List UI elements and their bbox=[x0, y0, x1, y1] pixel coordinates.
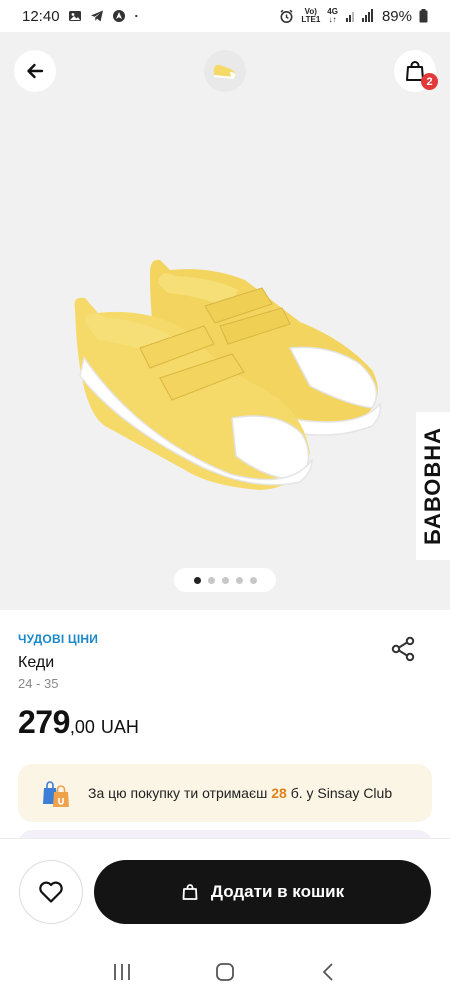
club-points-value: 28 bbox=[271, 785, 287, 801]
share-icon bbox=[391, 636, 415, 662]
product-header: 2 bbox=[0, 32, 450, 108]
status-time: 12:40 bbox=[22, 7, 60, 25]
arrow-left-icon bbox=[27, 63, 44, 79]
product-name: Кеди bbox=[18, 654, 55, 671]
battery-icon bbox=[419, 9, 428, 23]
sneakers-product-image bbox=[74, 259, 382, 490]
home-button[interactable] bbox=[205, 952, 245, 992]
add-to-cart-button[interactable]: Додати в кошик bbox=[94, 860, 431, 924]
gallery-dot[interactable] bbox=[235, 576, 243, 584]
sneaker-thumbnail-image bbox=[213, 64, 236, 79]
material-label: БАВОВНА bbox=[416, 412, 450, 560]
network-volte: Vo) LTE1 bbox=[301, 7, 321, 24]
add-to-cart-label: Додати в кошик bbox=[210, 882, 345, 901]
product-sizes: 24 - 35 bbox=[18, 676, 59, 691]
wishlist-button[interactable] bbox=[19, 860, 83, 924]
product-price: 279 ,00 UAH bbox=[18, 704, 139, 741]
shopping-bags-icon bbox=[43, 781, 69, 807]
gallery-dot[interactable] bbox=[207, 576, 215, 584]
back-icon bbox=[323, 963, 333, 981]
price-decimal: ,00 bbox=[69, 717, 95, 737]
data-arrows: ↓↑ bbox=[328, 15, 337, 24]
system-navigation-bar bbox=[0, 944, 450, 1000]
recent-apps-button[interactable] bbox=[102, 952, 142, 992]
product-image-gallery[interactable]: БАВОВНА bbox=[0, 108, 450, 610]
gallery-dot[interactable] bbox=[193, 576, 201, 584]
price-integer: 279 bbox=[18, 704, 70, 740]
home-icon bbox=[216, 963, 234, 981]
telegram-icon bbox=[90, 10, 103, 22]
status-left: 12:40 bbox=[22, 8, 142, 25]
bottom-action-bar: Додати в кошик bbox=[0, 838, 450, 944]
cart-count-badge: 2 bbox=[421, 73, 438, 90]
gallery-pagination bbox=[174, 568, 276, 592]
status-bar: 12:40 Vo) LTE1 4G ↓↑ 89% bbox=[0, 0, 450, 32]
share-button[interactable] bbox=[386, 632, 420, 666]
gallery-icon bbox=[68, 11, 81, 21]
dot-icon bbox=[134, 14, 137, 18]
price-currency: UAH bbox=[100, 717, 139, 737]
shopping-bag-icon bbox=[182, 884, 198, 900]
recent-apps-icon bbox=[113, 964, 130, 980]
gallery-dot[interactable] bbox=[221, 576, 229, 584]
promo-label: ЧУДОВІ ЦІНИ bbox=[18, 632, 99, 646]
cart-button[interactable]: 2 bbox=[394, 50, 438, 92]
club-points-text: За цю покупку ти отримаєш 28 б. у Sinsay… bbox=[88, 785, 393, 801]
alarm-icon bbox=[280, 9, 293, 23]
signal-icon bbox=[345, 9, 373, 22]
back-button[interactable] bbox=[14, 50, 56, 92]
gallery-dot[interactable] bbox=[249, 576, 257, 584]
sinsay-club-banner[interactable]: За цю покупку ти отримаєш 28 б. у Sinsay… bbox=[18, 764, 432, 822]
battery-percent: 89% bbox=[381, 7, 412, 25]
system-back-button[interactable] bbox=[308, 952, 348, 992]
network-type: 4G ↓↑ bbox=[327, 7, 338, 24]
navigation-icon bbox=[112, 10, 125, 22]
product-thumbnail[interactable] bbox=[204, 50, 246, 92]
heart-icon bbox=[39, 881, 63, 903]
status-right: Vo) LTE1 4G ↓↑ 89% bbox=[279, 8, 428, 25]
